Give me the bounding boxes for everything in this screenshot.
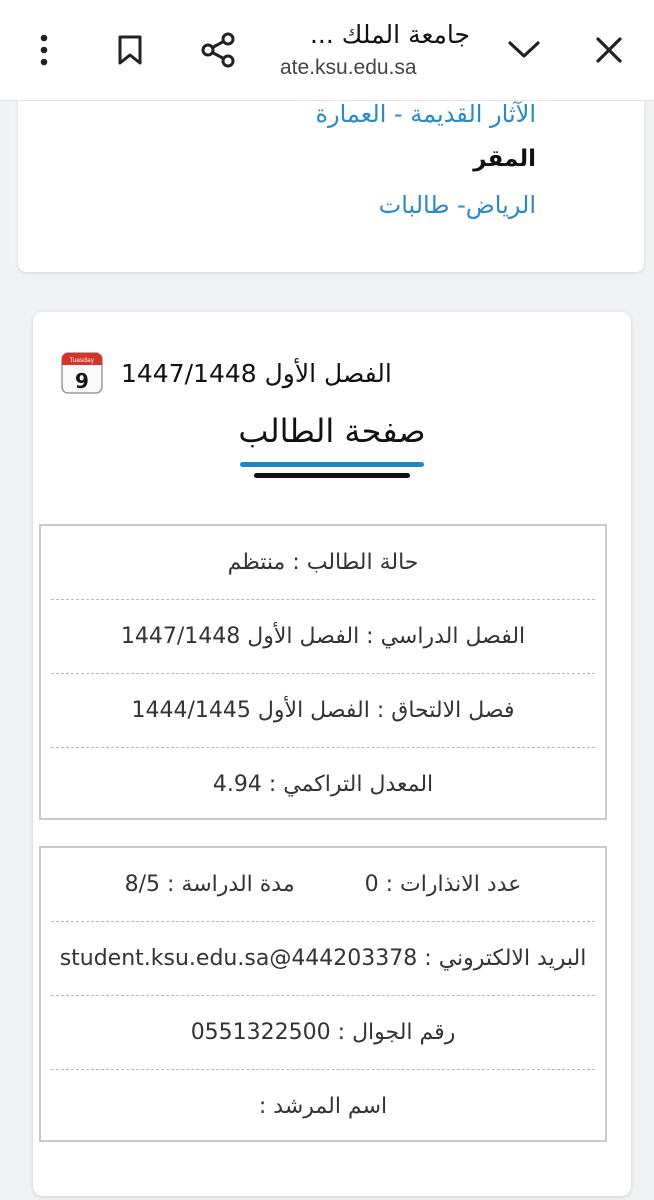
title-underline-black — [254, 473, 410, 478]
calendar-icon: Tuesday 9 — [61, 352, 103, 394]
share-icon[interactable] — [190, 22, 246, 78]
study-semester-row: الفصل الدراسي : الفصل الأول 1447/1448 — [51, 600, 595, 674]
semester-header: Tuesday 9 الفصل الأول 1447/1448 — [61, 348, 392, 398]
close-icon[interactable] — [581, 22, 637, 78]
student-page-title: صفحة الطالب — [238, 412, 426, 450]
page-title: جامعة الملك ... — [309, 20, 470, 49]
url-host: ate.ksu.edu.sa — [280, 56, 417, 79]
browser-toolbar: جامعة الملك ... ate.ksu.edu.sa — [0, 0, 654, 101]
academic-status-box: حالة الطالب : منتظم الفصل الدراسي : الفص… — [39, 524, 607, 820]
chevron-down-icon[interactable] — [496, 22, 552, 78]
cumulative-gpa-row: المعدل التراكمي : 4.94 — [212, 772, 434, 797]
more-vert-icon[interactable] — [16, 22, 72, 78]
email-row: البريد الالكتروني : 444203378@student.ks… — [51, 922, 595, 996]
study-duration: مدة الدراسة : 8/5 — [124, 872, 295, 897]
enrollment-semester-row: فصل الالتحاق : الفصل الأول 1444/1445 — [51, 674, 595, 748]
bookmark-icon[interactable] — [102, 22, 158, 78]
current-semester: الفصل الأول 1447/1448 — [121, 358, 392, 388]
svg-text:9: 9 — [75, 369, 89, 393]
mobile-row: رقم الجوال : 0551322500 — [51, 996, 595, 1070]
campus-label: المقر — [473, 146, 536, 172]
svg-text:Tuesday: Tuesday — [69, 357, 95, 364]
address-bar[interactable]: جامعة الملك ... ate.ksu.edu.sa — [270, 18, 470, 82]
campus-link[interactable]: الرياض- طالبات — [379, 191, 536, 219]
warnings-duration-row: عدد الانذارات : 0 مدة الدراسة : 8/5 — [51, 848, 595, 922]
student-status-row: حالة الطالب : منتظم — [51, 526, 595, 600]
contact-info-box: عدد الانذارات : 0 مدة الدراسة : 8/5 البر… — [39, 846, 607, 1142]
major-link[interactable]: الآثار القديمة - العمارة — [315, 100, 536, 128]
advisor-row: اسم المرشد : — [258, 1094, 388, 1119]
title-underline-blue — [240, 462, 424, 467]
student-page-card: Tuesday 9 الفصل الأول 1447/1448 صفحة الط… — [33, 312, 631, 1196]
warnings-count: عدد الانذارات : 0 — [364, 872, 522, 897]
